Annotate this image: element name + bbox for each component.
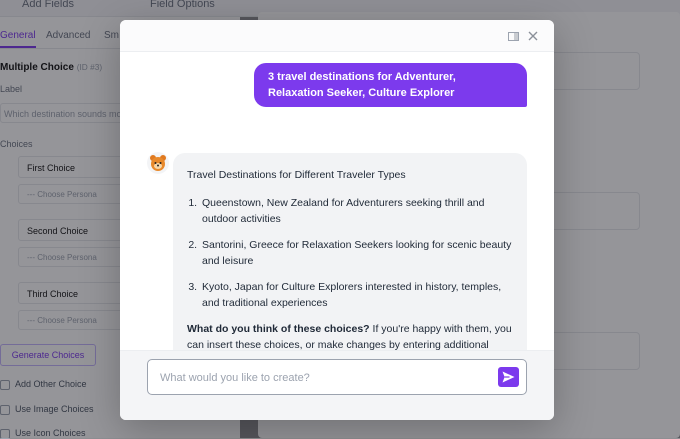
close-icon[interactable]	[526, 29, 540, 43]
prompt-box	[147, 359, 527, 395]
modal-header	[120, 20, 554, 52]
bot-message: Travel Destinations for Different Travel…	[173, 153, 527, 350]
list-item: Kyoto, Japan for Culture Explorers inter…	[200, 279, 513, 311]
user-message: 3 travel destinations for Adventurer, Re…	[254, 63, 527, 107]
list-item: Queenstown, New Zealand for Adventurers …	[200, 195, 513, 227]
bot-avatar-icon	[147, 152, 169, 174]
prompt-footer	[120, 350, 554, 420]
ai-choices-modal: 3 travel destinations for Adventurer, Re…	[120, 20, 554, 420]
send-button[interactable]	[498, 367, 519, 387]
destination-list: Queenstown, New Zealand for Adventurers …	[187, 195, 513, 311]
bot-heading: Travel Destinations for Different Travel…	[187, 169, 406, 181]
list-item: Santorini, Greece for Relaxation Seekers…	[200, 237, 513, 269]
expand-icon[interactable]	[506, 29, 520, 43]
prompt-input[interactable]	[158, 368, 492, 388]
bot-question: What do you think of these choices? If y…	[187, 323, 512, 350]
chat-area[interactable]: 3 travel destinations for Adventurer, Re…	[120, 52, 554, 350]
send-icon	[502, 371, 515, 383]
